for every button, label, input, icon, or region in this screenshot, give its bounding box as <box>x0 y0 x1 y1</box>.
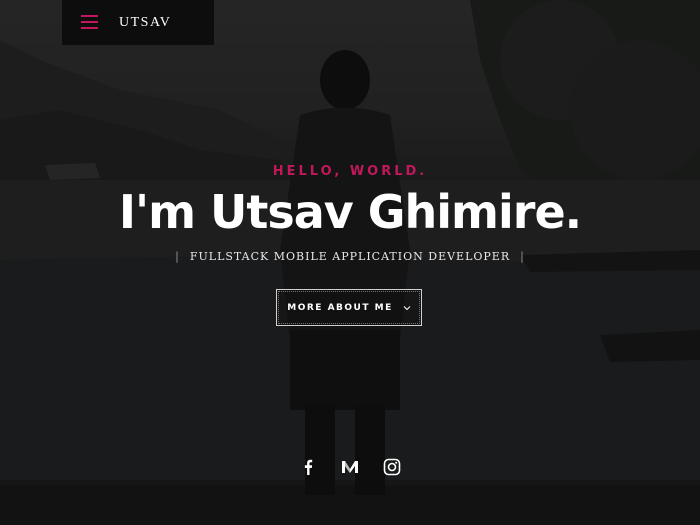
medium-link[interactable] <box>340 457 360 477</box>
medium-icon <box>342 461 358 473</box>
hero-greeting: HELLO, WORLD. <box>272 164 428 179</box>
subtitle-divider-right: | <box>520 250 525 263</box>
hero-section: HELLO, WORLD. I'm Utsav Ghimire. | FULLST… <box>0 0 700 525</box>
social-links <box>0 457 700 477</box>
instagram-link[interactable] <box>382 457 402 477</box>
more-about-me-button[interactable]: MORE ABOUT ME <box>276 289 422 326</box>
facebook-icon <box>304 459 313 475</box>
hero-subtitle-text: FULLSTACK MOBILE APPLICATION DEVELOPER <box>189 250 511 263</box>
facebook-link[interactable] <box>298 457 318 477</box>
hero-title: I'm Utsav Ghimire. <box>118 185 582 239</box>
hero-subtitle: | FULLSTACK MOBILE APPLICATION DEVELOPER | <box>0 250 700 263</box>
subtitle-divider-left: | <box>175 250 180 263</box>
instagram-icon <box>383 458 401 476</box>
more-about-me-label: MORE ABOUT ME <box>287 302 393 313</box>
chevron-down-icon <box>403 305 411 310</box>
